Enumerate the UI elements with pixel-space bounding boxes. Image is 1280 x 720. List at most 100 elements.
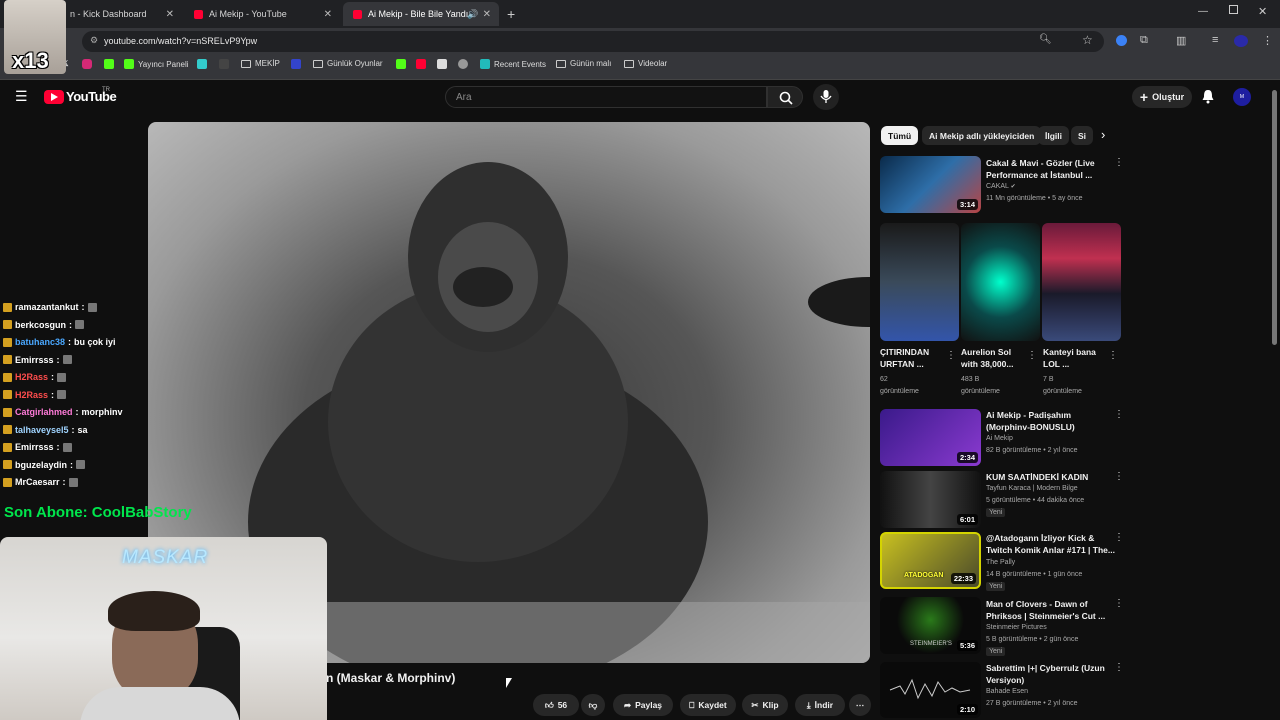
more-actions-button[interactable]: ⋯ <box>849 694 871 716</box>
rec-menu-icon[interactable]: ⋮ <box>1114 598 1124 609</box>
rec-channel[interactable]: Bahade Esen <box>986 686 1028 698</box>
short-thumbnail[interactable] <box>1042 223 1121 341</box>
rec-channel[interactable]: The Pally <box>986 557 1015 569</box>
chat-separator: : <box>69 319 73 330</box>
rec-channel[interactable]: Steinmeier Pictures <box>986 622 1047 634</box>
maximize-button[interactable] <box>1229 5 1238 14</box>
folder-icon <box>313 59 323 68</box>
chip-all[interactable]: Tümü <box>881 126 919 145</box>
tab-youtube-channel[interactable]: Ai Mekip - YouTube ✕ <box>184 2 340 26</box>
image-bookmark[interactable] <box>437 59 447 69</box>
rec-thumbnail[interactable]: ATADOGAN 22:33 <box>880 532 981 589</box>
chip-from-uploader[interactable]: Ai Mekip adlı yükleyiciden <box>922 126 1042 145</box>
bookmark-app3[interactable] <box>291 59 301 69</box>
bookmark-gunun-mali[interactable]: Günün malı <box>556 59 611 68</box>
dislike-button[interactable]: 👎︎ <box>581 694 605 716</box>
chip-more[interactable]: Si <box>1071 126 1093 145</box>
extensions-puzzle-icon[interactable]: ⧉ <box>1140 34 1148 47</box>
short-menu-icon[interactable]: ⋮ <box>1027 350 1037 361</box>
rec-thumbnail[interactable]: 2:34 <box>880 409 981 466</box>
rec-title[interactable]: Cakal & Mavi - Gözler (Live Performance a… <box>986 157 1095 181</box>
rec-title[interactable]: KUM SAATİNDEKİ KADIN <box>986 471 1088 483</box>
bookmark-label: Yayıncı Paneli <box>138 59 189 69</box>
rec-menu-icon[interactable]: ⋮ <box>1114 662 1124 673</box>
bookmark-app4[interactable] <box>458 59 468 69</box>
download-button[interactable]: ⤓ İndir <box>795 694 845 716</box>
create-button[interactable]: + Oluştur <box>1132 86 1192 108</box>
chat-username: batuhanc38 <box>15 337 66 347</box>
rec-menu-icon[interactable]: ⋮ <box>1114 532 1124 543</box>
page-scrollbar[interactable] <box>1272 90 1277 345</box>
reading-list-icon[interactable]: ≡ <box>1212 34 1218 46</box>
notifications-bell-icon[interactable] <box>1201 89 1215 104</box>
profile-avatar[interactable] <box>1234 35 1248 47</box>
voice-search-button[interactable] <box>813 84 839 110</box>
rec-title[interactable]: Man of Clovers - Dawn of Phriksos | Stein… <box>986 598 1105 622</box>
bookmark-gunluk-oyunlar[interactable]: Günlük Oyunlar <box>313 59 383 68</box>
tab-kick-dashboard[interactable]: n - Kick Dashboard ✕ <box>60 2 182 26</box>
chip-related[interactable]: İlgili <box>1038 126 1069 145</box>
search-input[interactable]: Ara <box>445 86 767 108</box>
rec-menu-icon[interactable]: ⋮ <box>1114 409 1124 420</box>
close-icon[interactable]: ✕ <box>483 9 491 20</box>
close-icon[interactable]: ✕ <box>324 9 332 20</box>
bookmark-recent-events[interactable]: Recent Events <box>480 59 546 69</box>
youtube-bookmark[interactable] <box>416 59 426 69</box>
short-thumbnail[interactable] <box>880 223 959 341</box>
short-title[interactable]: ÇITIRINDAN URFTAN ... <box>880 346 929 370</box>
chat-username: ramazantankut <box>15 302 79 312</box>
short-title[interactable]: Aurelion Sol with 38,000... <box>961 346 1013 370</box>
site-info-icon[interactable]: ⚙ <box>90 35 98 46</box>
rec-thumbnail[interactable]: 2:10 <box>880 662 981 718</box>
speaker-icon[interactable]: 🔊 <box>467 9 478 20</box>
chat-message: berkcosgun: <box>3 319 85 330</box>
bookmark-videolar[interactable]: Videolar <box>624 59 667 68</box>
minimize-button[interactable]: — <box>1198 6 1208 17</box>
chat-separator: : <box>51 389 55 400</box>
kick-bookmark-2[interactable] <box>396 59 406 69</box>
new-tab-button[interactable]: + <box>507 6 515 22</box>
short-thumbnail[interactable] <box>961 223 1040 341</box>
bookmark-star-icon[interactable]: ☆ <box>1082 33 1093 47</box>
short-menu-icon[interactable]: ⋮ <box>946 350 956 361</box>
rec-channel[interactable]: Tayfun Karaca | Modern Bilge <box>986 483 1078 495</box>
rec-title[interactable]: Ai Mekip - Padişahım (Morphinv-BONUSLU) <box>986 409 1075 433</box>
clip-button[interactable]: ✂ Klip <box>742 694 788 716</box>
chevron-right-icon[interactable]: › <box>1101 127 1105 142</box>
rec-thumbnail[interactable]: 6:01 <box>880 471 981 528</box>
bookmark-app2[interactable] <box>219 59 229 69</box>
rec-menu-icon[interactable]: ⋮ <box>1114 471 1124 482</box>
rec-title[interactable]: Sabrettim |+| Cyberrulz (Uzun Versiyon) <box>986 662 1105 686</box>
menu-kebab-icon[interactable]: ⋮ <box>1262 34 1273 47</box>
rec-title[interactable]: @Atadogann İzliyor Kick & Twitch Komik An… <box>986 532 1115 556</box>
share-button[interactable]: ➦ Paylaş <box>613 694 673 716</box>
save-button[interactable]: ⎕ Kaydet <box>680 694 736 716</box>
short-title[interactable]: Kanteyi bana LOL ... <box>1043 346 1096 370</box>
share-icon: ➦ <box>623 699 632 710</box>
account-avatar[interactable]: M <box>1233 88 1251 106</box>
sidepanel-icon[interactable]: ▥ <box>1176 34 1186 47</box>
rec-thumbnail[interactable]: 3:14 <box>880 156 981 213</box>
extension-icon[interactable] <box>1116 35 1127 46</box>
bookmark-mekip[interactable]: MEKİP <box>241 59 280 68</box>
emote-icon <box>68 477 78 487</box>
short-menu-icon[interactable]: ⋮ <box>1108 350 1118 361</box>
emote-icon <box>57 372 67 382</box>
bookmark-app[interactable] <box>197 59 207 69</box>
rec-channel[interactable]: Ai Mekip <box>986 433 1013 445</box>
bookmark-yayinci-paneli[interactable]: Yayıncı Paneli <box>124 59 189 69</box>
rec-channel[interactable]: CAKAL ✔ <box>986 181 1016 193</box>
instagram-bookmark[interactable] <box>82 59 92 69</box>
hamburger-menu-icon[interactable]: ☰ <box>15 88 28 105</box>
rec-thumbnail[interactable]: STEINMEIER'S 5:36 <box>880 597 981 654</box>
rec-menu-icon[interactable]: ⋮ <box>1114 157 1124 168</box>
kick-bookmark[interactable] <box>104 59 114 69</box>
like-button[interactable]: 👍︎ 56 <box>533 694 579 716</box>
short-meta: 7 Bgörüntüleme <box>1043 376 1082 395</box>
zoom-icon[interactable]: 🔍︎ <box>1039 34 1052 45</box>
tab-active-video[interactable]: Ai Mekip - Bile Bile Yandı Yü 🔊 ✕ <box>343 2 499 26</box>
close-icon[interactable]: ✕ <box>166 9 174 20</box>
search-button[interactable] <box>767 86 803 108</box>
youtube-logo-icon[interactable] <box>44 90 64 104</box>
window-close-button[interactable]: ✕ <box>1258 5 1267 18</box>
